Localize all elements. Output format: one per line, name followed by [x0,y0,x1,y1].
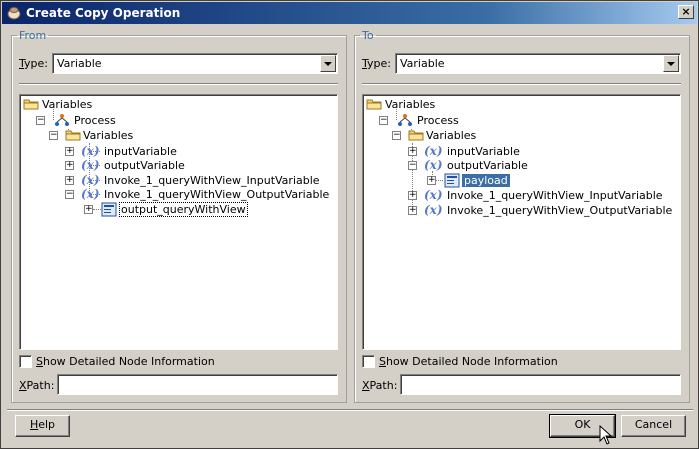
to-xpath-input[interactable] [400,374,681,395]
collapse-icon[interactable]: − [408,161,417,170]
tree-node-label: Process [417,114,459,127]
variable-icon: (x) [81,173,100,187]
process-icon [398,114,412,126]
checkbox-label: Show Detailed Node Information [36,355,215,368]
expand-icon[interactable]: + [427,176,436,185]
chevron-down-icon[interactable] [663,55,679,72]
from-type-label: Type: [19,57,48,70]
from-type-value: Variable [57,57,102,70]
expand-icon[interactable]: + [84,205,93,214]
to-type-label: Type: [362,57,391,70]
from-xpath-input[interactable] [57,374,338,395]
tree-node-label: outputVariable [447,159,528,172]
checkbox[interactable] [362,355,375,368]
checkbox-label: Show Detailed Node Information [379,355,558,368]
tree-node-label: inputVariable [104,145,177,158]
tree-node-label: Invoke_1_queryWithView_OutputVariable [447,204,673,217]
create-copy-operation-dialog: Create Copy Operation × From Type: Varia… [0,0,699,449]
tree-node-label: Variables [42,98,93,111]
help-button[interactable]: Help [15,415,70,437]
from-xpath-label: XPath: [19,379,55,392]
mouse-cursor-icon [599,425,613,445]
dialog-title: Create Copy Operation [26,6,181,20]
tree-node-label: Variables [426,129,477,142]
message-part-icon [444,173,460,188]
oracle-jdeveloper-icon [7,7,21,20]
process-icon [55,114,69,126]
to-type-select[interactable]: Variable [395,53,681,74]
to-tree[interactable]: Variables − Process − Variables + (x) in… [362,94,681,350]
close-icon: × [681,5,691,18]
variable-icon: (x) [424,203,443,217]
expand-icon[interactable]: + [65,161,74,170]
expand-icon[interactable]: + [65,176,74,185]
variable-icon: (x) [81,187,100,201]
tree-node-label: Invoke_1_queryWithView_InputVariable [447,189,663,202]
tree-node-label: Invoke_1_queryWithView_InputVariable [104,174,320,187]
from-separator [19,83,338,85]
tree-node-label: Process [74,114,116,127]
to-legend: To [362,29,374,42]
from-legend: From [19,29,47,42]
expand-icon[interactable]: + [65,147,74,156]
collapse-icon[interactable]: − [65,190,74,199]
tree-node-label: Variables [83,129,134,142]
message-part-icon [101,202,117,217]
folder-icon [23,99,39,110]
to-separator [362,83,681,85]
folder-icon [366,99,382,110]
chevron-down-icon[interactable] [320,55,336,72]
variable-icon: (x) [81,144,100,158]
to-type-value: Variable [400,57,445,70]
folder-icon [65,130,81,141]
collapse-icon[interactable]: − [379,116,388,125]
variable-icon: (x) [424,144,443,158]
button-separator [7,409,693,411]
tree-node-label-selected: payload [462,174,510,187]
tree-node-label: outputVariable [104,159,185,172]
from-tree[interactable]: Variables − Process − Variables + (x) in… [19,94,338,350]
cancel-button[interactable]: Cancel [621,415,686,437]
variable-icon: (x) [424,188,443,202]
checkbox[interactable] [19,355,32,368]
expand-icon[interactable]: + [408,147,417,156]
tree-node-label: Variables [385,98,436,111]
close-button[interactable]: × [678,5,694,19]
tree-node-label: inputVariable [447,145,520,158]
expand-icon[interactable]: + [408,206,417,215]
collapse-icon[interactable]: − [392,131,401,140]
variable-icon: (x) [81,158,100,172]
expand-icon[interactable]: + [408,191,417,200]
variable-icon: (x) [424,158,443,172]
title-bar[interactable]: Create Copy Operation × [2,2,697,24]
folder-icon [408,130,424,141]
to-xpath-label: XPath: [362,379,398,392]
tree-node-label: Invoke_1_queryWithView_OutputVariable [104,188,330,201]
tree-node-label-focused: output_queryWithView [119,202,248,217]
collapse-icon[interactable]: − [49,131,58,140]
collapse-icon[interactable]: − [36,116,45,125]
from-type-select[interactable]: Variable [52,53,338,74]
